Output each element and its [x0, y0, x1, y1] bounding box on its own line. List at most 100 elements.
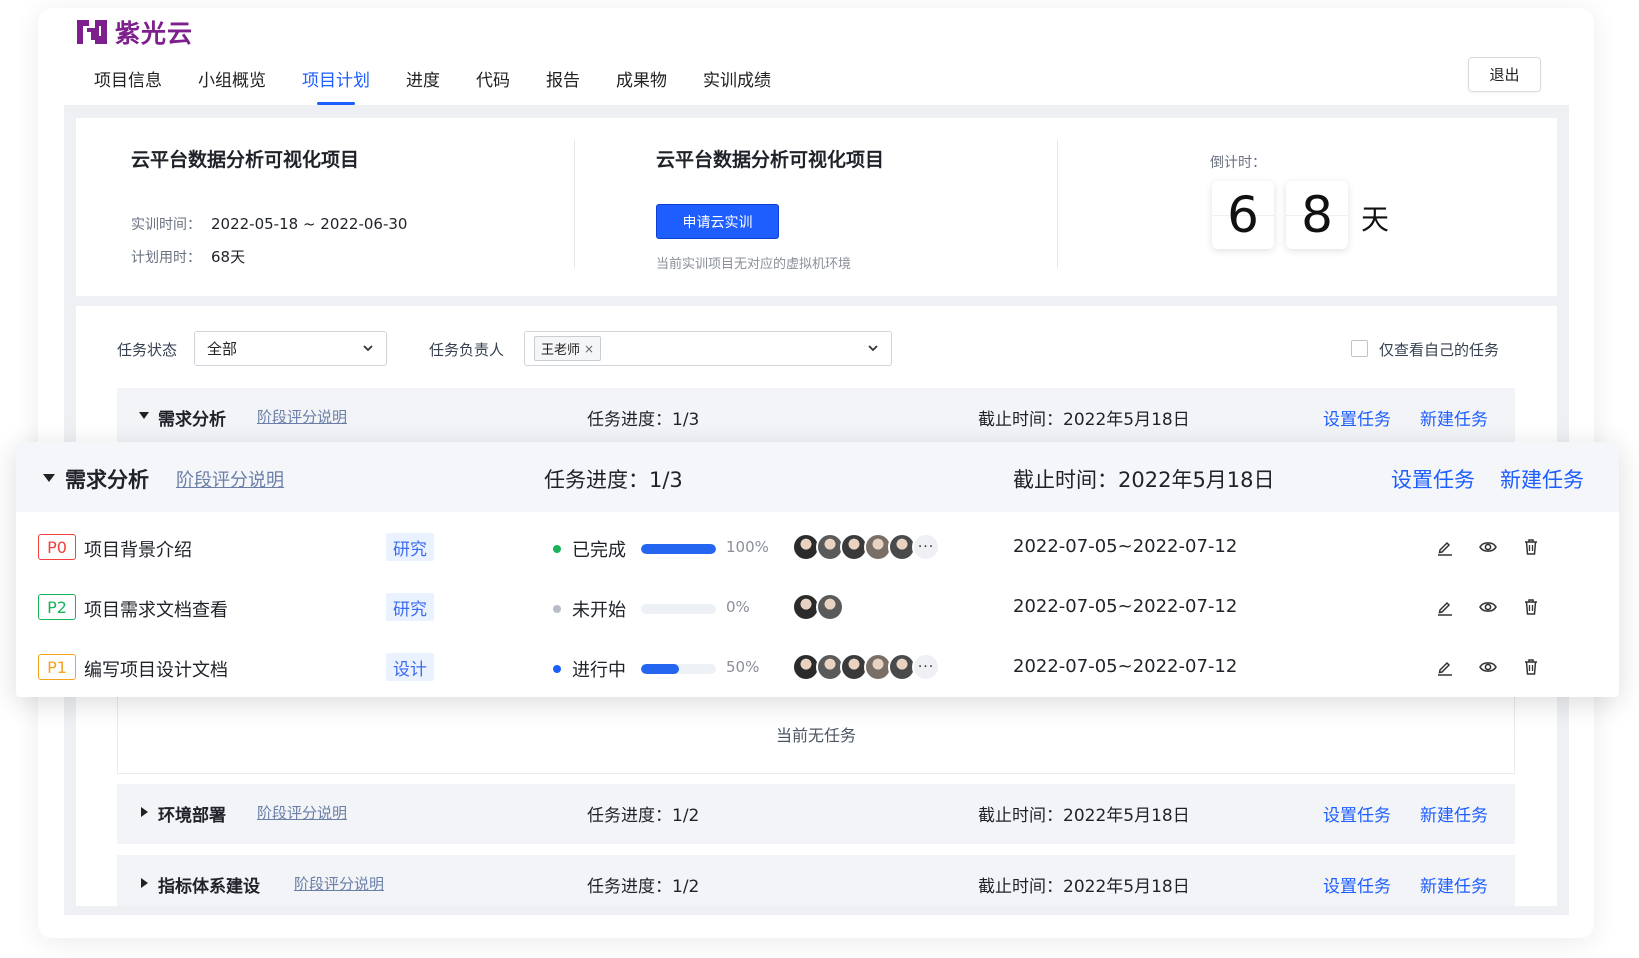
more-avatars-button[interactable]: ··· — [912, 653, 940, 681]
task-type-tag: 研究 — [386, 533, 434, 561]
apply-cloud-training-button[interactable]: 申请云实训 — [656, 204, 779, 239]
tab-training-score[interactable]: 实训成绩 — [685, 62, 789, 105]
tab-group-overview[interactable]: 小组概览 — [180, 62, 284, 105]
countdown-unit: 天 — [1361, 203, 1390, 236]
section-deadline: 截止时间：2022年5月18日 — [978, 806, 1190, 826]
status-filter-value: 全部 — [207, 340, 238, 358]
task-progress-bar — [641, 664, 716, 674]
task-row[interactable]: P2 项目需求文档查看 研究 未开始 0% 2022-07-05~2022-07-12 — [16, 578, 1619, 638]
logout-button[interactable]: 退出 — [1468, 57, 1541, 92]
caret-right-icon[interactable] — [141, 878, 148, 888]
edit-icon[interactable] — [1435, 597, 1455, 617]
priority-badge: P0 — [38, 534, 76, 560]
task-progress-percent: 0% — [726, 598, 750, 616]
progress-fill — [641, 544, 716, 554]
eye-icon[interactable] — [1478, 597, 1498, 617]
project-title: 云平台数据分析可视化项目 — [131, 149, 360, 171]
task-date-range: 2022-07-05~2022-07-12 — [1013, 596, 1238, 617]
trash-icon[interactable] — [1521, 657, 1541, 677]
task-date-range: 2022-07-05~2022-07-12 — [1013, 536, 1238, 557]
section-progress: 任务进度：1/2 — [587, 806, 700, 826]
apply-hint: 当前实训项目无对应的虚拟机环境 — [656, 257, 852, 272]
edit-icon[interactable] — [1435, 657, 1455, 677]
divider — [574, 140, 575, 268]
stage-scoring-link[interactable]: 阶段评分说明 — [294, 873, 384, 894]
stage-scoring-link[interactable]: 阶段评分说明 — [176, 466, 284, 492]
section-name: 环境部署 — [158, 806, 226, 826]
new-task-link[interactable]: 新建任务 — [1420, 405, 1488, 430]
divider — [1057, 140, 1058, 268]
set-task-link[interactable]: 设置任务 — [1323, 872, 1391, 897]
new-task-link[interactable]: 新建任务 — [1420, 872, 1488, 897]
set-task-link[interactable]: 设置任务 — [1323, 801, 1391, 826]
countdown-label: 倒计时： — [1210, 155, 1266, 171]
task-status: 进行中 — [572, 660, 626, 681]
caret-down-icon[interactable] — [139, 412, 149, 419]
task-name[interactable]: 编写项目设计文档 — [84, 656, 228, 682]
empty-task-area: 当前无任务 — [117, 692, 1515, 774]
task-name[interactable]: 项目背景介绍 — [84, 536, 192, 562]
section-progress: 任务进度：1/3 — [587, 410, 700, 430]
edit-icon[interactable] — [1435, 537, 1455, 557]
stage-scoring-link[interactable]: 阶段评分说明 — [257, 802, 347, 823]
status-dot — [553, 545, 561, 553]
task-progress-percent: 100% — [726, 538, 769, 556]
section-name: 指标体系建设 — [158, 877, 260, 897]
priority-badge: P2 — [38, 594, 76, 620]
countdown-digit: 6 — [1212, 181, 1274, 249]
tab-report[interactable]: 报告 — [528, 62, 598, 105]
status-filter-select[interactable]: 全部 — [194, 331, 387, 366]
task-status: 已完成 — [572, 540, 626, 561]
tab-deliverables[interactable]: 成果物 — [598, 62, 685, 105]
task-progress-percent: 50% — [726, 658, 760, 676]
owner-tag-label: 王老师 — [541, 343, 581, 358]
more-avatars-button[interactable]: ··· — [912, 533, 940, 561]
set-task-link[interactable]: 设置任务 — [1323, 405, 1391, 430]
tab-project-info[interactable]: 项目信息 — [76, 62, 180, 105]
task-type-tag: 研究 — [386, 593, 434, 621]
new-task-link[interactable]: 新建任务 — [1420, 801, 1488, 826]
tab-project-plan[interactable]: 项目计划 — [284, 62, 388, 105]
caret-right-icon[interactable] — [141, 807, 148, 817]
logo-mark-icon — [77, 20, 107, 44]
eye-icon[interactable] — [1478, 537, 1498, 557]
assignee-avatars: ··· — [792, 533, 940, 561]
section-deadline: 截止时间：2022年5月18日 — [1013, 468, 1275, 492]
avatar[interactable] — [816, 593, 844, 621]
stage-scoring-link[interactable]: 阶段评分说明 — [257, 406, 347, 427]
trash-icon[interactable] — [1521, 537, 1541, 557]
tab-progress[interactable]: 进度 — [388, 62, 458, 105]
tab-code[interactable]: 代码 — [458, 62, 528, 105]
task-progress-bar — [641, 604, 716, 614]
task-row[interactable]: P0 项目背景介绍 研究 已完成 100% ··· 2022-07-05~2022-07-1… — [16, 518, 1619, 578]
task-status: 未开始 — [572, 600, 626, 621]
section-name: 需求分析 — [158, 410, 226, 430]
top-nav: 项目信息 小组概览 项目计划 进度 代码 报告 成果物 实训成绩 — [76, 62, 789, 105]
set-task-link[interactable]: 设置任务 — [1391, 464, 1475, 494]
section-progress: 任务进度：1/3 — [544, 468, 683, 492]
owner-filter-select[interactable]: 王老师 × — [524, 331, 892, 366]
section-name: 需求分析 — [65, 468, 149, 492]
priority-badge: P1 — [38, 654, 76, 680]
tag-close-icon[interactable]: × — [584, 342, 594, 356]
new-task-link[interactable]: 新建任务 — [1500, 464, 1584, 494]
training-time-label: 实训时间： — [131, 217, 201, 233]
planned-duration-label: 计划用时： — [131, 250, 201, 266]
brand-logo[interactable]: 紫光云 — [75, 14, 193, 50]
section-header: 环境部署 阶段评分说明 任务进度：1/2 截止时间：2022年5月18日 设置任… — [117, 784, 1515, 844]
assignee-avatars — [792, 593, 844, 621]
owner-filter-label: 任务负责人 — [429, 341, 505, 359]
task-name[interactable]: 项目需求文档查看 — [84, 596, 228, 622]
task-row[interactable]: P1 编写项目设计文档 设计 进行中 50% ··· 2022-07-05~2022-07-… — [16, 638, 1619, 698]
brand-name: 紫光云 — [115, 19, 194, 48]
status-dot — [553, 605, 561, 613]
section-header: 需求分析 阶段评分说明 任务进度：1/3 截止时间：2022年5月18日 设置任… — [16, 442, 1619, 512]
only-mine-checkbox[interactable] — [1351, 340, 1368, 357]
trash-icon[interactable] — [1521, 597, 1541, 617]
section-progress: 任务进度：1/2 — [587, 877, 700, 897]
eye-icon[interactable] — [1478, 657, 1498, 677]
countdown-digit: 8 — [1286, 181, 1348, 249]
caret-down-icon[interactable] — [43, 474, 55, 482]
empty-message: 当前无任务 — [775, 726, 856, 745]
expanded-section-card: 需求分析 阶段评分说明 任务进度：1/3 截止时间：2022年5月18日 设置任… — [16, 442, 1619, 697]
